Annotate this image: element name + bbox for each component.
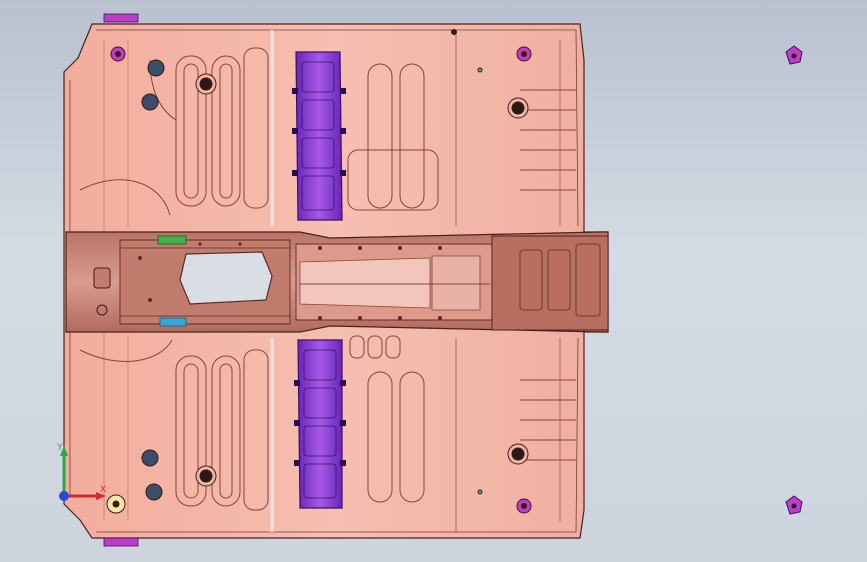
floating-nut-lower[interactable] xyxy=(785,495,803,515)
triad-z-axis xyxy=(59,491,69,501)
triad-x-label: X xyxy=(100,485,106,495)
floating-nut-upper[interactable] xyxy=(785,45,803,65)
center-tunnel[interactable] xyxy=(65,231,609,333)
tunnel-bracket xyxy=(93,267,111,289)
upper-seat-crossmember[interactable] xyxy=(292,51,346,221)
tunnel-opening xyxy=(179,251,273,305)
lower-seat-crossmember[interactable] xyxy=(294,339,346,509)
green-bracket[interactable] xyxy=(157,235,187,245)
triad-y-label: Y xyxy=(56,443,63,453)
blue-bracket[interactable] xyxy=(159,317,187,327)
cad-viewport[interactable]: X Y xyxy=(0,0,867,562)
model-canvas[interactable]: X Y xyxy=(0,0,867,562)
